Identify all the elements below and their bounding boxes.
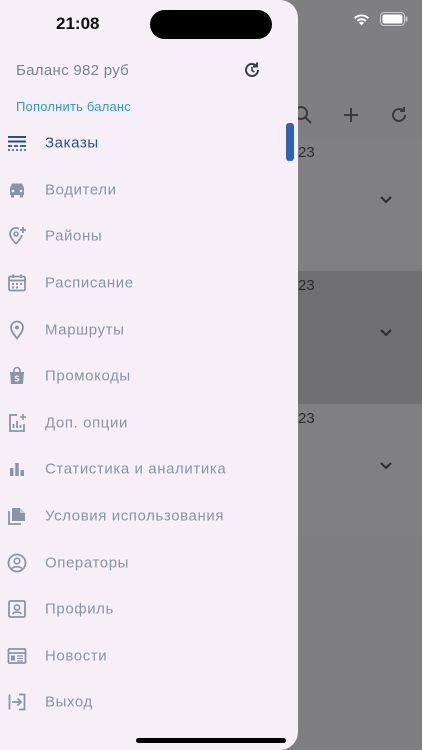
menu-item-label: Условия использования bbox=[45, 507, 225, 525]
menu-item-statistics[interactable]: Статистика и аналитика bbox=[0, 446, 298, 493]
orders-icon bbox=[8, 136, 26, 152]
documents-icon bbox=[8, 508, 25, 525]
menu-item-operators[interactable]: Операторы bbox=[0, 539, 298, 586]
dynamic-island bbox=[150, 10, 272, 39]
logout-icon bbox=[8, 694, 26, 711]
chevron-down-icon[interactable] bbox=[379, 194, 393, 204]
profile-icon bbox=[8, 600, 26, 619]
active-menu-indicator bbox=[286, 123, 294, 161]
news-icon bbox=[7, 647, 27, 664]
options-chart-icon bbox=[9, 413, 26, 432]
operator-icon bbox=[7, 553, 27, 573]
balance-refresh-icon[interactable] bbox=[242, 60, 262, 80]
menu-item-label: Маршруты bbox=[45, 321, 125, 339]
chevron-down-icon[interactable] bbox=[379, 460, 393, 470]
pin-icon bbox=[10, 320, 24, 340]
topup-balance-link[interactable]: Пополнить баланс bbox=[16, 99, 131, 114]
menu-item-label: Новости bbox=[45, 647, 108, 665]
status-time: 21:08 bbox=[56, 14, 100, 33]
battery-icon bbox=[380, 12, 408, 26]
menu-item-label: Районы bbox=[45, 227, 103, 245]
menu-item-profile[interactable]: Профиль bbox=[0, 586, 298, 633]
card-date-fragment: 23 bbox=[298, 410, 315, 427]
calendar-icon bbox=[8, 274, 26, 292]
home-indicator bbox=[136, 738, 286, 743]
chevron-down-icon[interactable] bbox=[379, 327, 393, 337]
balance-label: Баланс 982 руб bbox=[16, 62, 130, 79]
menu-item-label: Водители bbox=[45, 181, 117, 199]
promo-bag-icon: S bbox=[10, 367, 24, 385]
car-icon bbox=[10, 183, 24, 198]
svg-text:S: S bbox=[14, 375, 20, 384]
menu-item-label: Доп. опции bbox=[45, 414, 128, 432]
menu-item-label: Расписание bbox=[45, 274, 134, 292]
menu-item-extra-options[interactable]: Доп. опции bbox=[0, 400, 298, 447]
menu-item-label: Выход bbox=[45, 693, 93, 711]
navigation-drawer: 21:08 Баланс 982 руб Пополнить баланс За… bbox=[0, 0, 298, 750]
menu-item-districts[interactable]: Районы bbox=[0, 213, 298, 260]
menu-item-drivers[interactable]: Водители bbox=[0, 167, 298, 214]
menu-item-logout[interactable]: Выход bbox=[0, 679, 298, 726]
wifi-icon bbox=[354, 13, 369, 25]
add-icon[interactable] bbox=[340, 104, 362, 126]
menu-item-routes[interactable]: Маршруты bbox=[0, 306, 298, 353]
status-icons bbox=[353, 12, 408, 26]
location-add-icon bbox=[9, 227, 26, 246]
background-toolbar bbox=[292, 104, 422, 128]
bar-chart-icon bbox=[10, 463, 24, 477]
menu-item-orders[interactable]: Заказы bbox=[0, 120, 298, 167]
menu-item-news[interactable]: Новости bbox=[0, 633, 298, 680]
card-date-fragment: 23 bbox=[298, 277, 315, 294]
menu-item-label: Промокоды bbox=[45, 367, 131, 385]
menu-item-label: Статистика и аналитика bbox=[45, 460, 227, 478]
menu-item-label: Заказы bbox=[45, 134, 99, 152]
drawer-menu: Заказы Водители Районы Расписание Маршру… bbox=[0, 120, 298, 726]
card-date-fragment: 23 bbox=[298, 144, 315, 161]
menu-item-label: Операторы bbox=[45, 554, 130, 572]
menu-item-schedule[interactable]: Расписание bbox=[0, 260, 298, 307]
menu-item-label: Профиль bbox=[45, 600, 114, 618]
menu-item-promocodes[interactable]: S Промокоды bbox=[0, 353, 298, 400]
menu-item-terms[interactable]: Условия использования bbox=[0, 493, 298, 540]
refresh-icon[interactable] bbox=[388, 104, 410, 126]
